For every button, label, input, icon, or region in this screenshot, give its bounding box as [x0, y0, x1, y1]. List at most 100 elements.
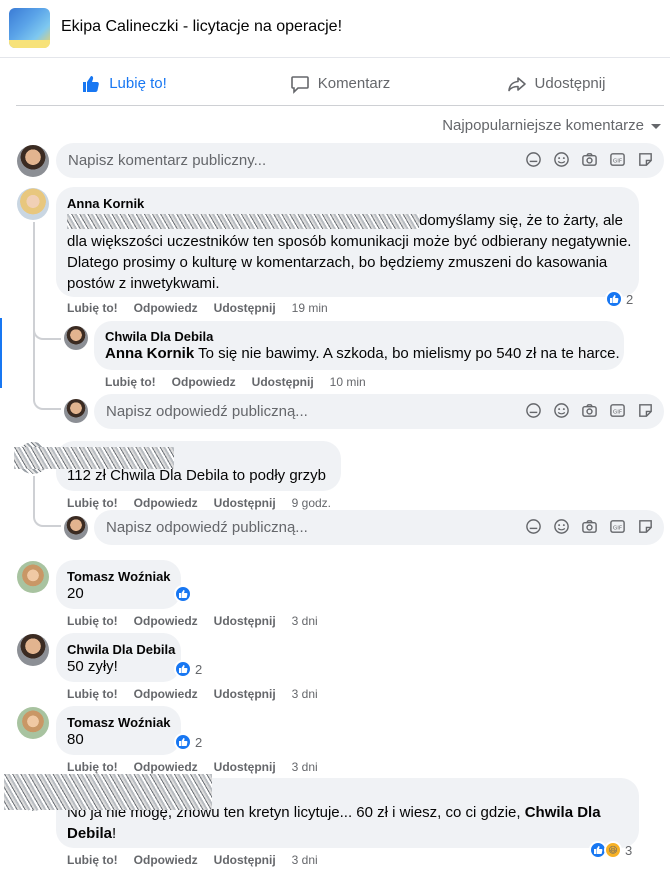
camera-icon[interactable]	[581, 151, 598, 168]
reply-link[interactable]: Odpowiedz	[134, 301, 198, 315]
like-link[interactable]: Lubię to!	[67, 853, 118, 867]
comment-timestamp[interactable]: 3 dni	[292, 853, 318, 867]
reply-link[interactable]: Odpowiedz	[134, 853, 198, 867]
current-user-avatar[interactable]	[64, 516, 88, 540]
comment-bubble: 112 zł Chwila Dla Debila to podły grzyb	[14, 441, 341, 491]
sticker-icon[interactable]	[637, 518, 654, 535]
current-user-avatar[interactable]	[64, 399, 88, 423]
reply-link[interactable]: Odpowiedz	[134, 760, 198, 774]
gif-icon[interactable]: GIF	[609, 518, 626, 535]
reply-link[interactable]: Odpowiedz	[134, 614, 198, 628]
svg-text:GIF: GIF	[613, 409, 622, 415]
svg-text:GIF: GIF	[613, 158, 622, 164]
group-thumbnail[interactable]	[9, 8, 50, 48]
mention-link[interactable]: Debila	[67, 825, 112, 842]
reply-link[interactable]: Odpowiedz	[134, 687, 198, 701]
like-link[interactable]: Lubię to!	[67, 687, 118, 701]
commenter-avatar[interactable]	[17, 188, 49, 220]
comment-bubble: Tomasz Woźniak 80	[56, 706, 181, 755]
comment-timestamp[interactable]: 9 godz.	[292, 496, 331, 510]
comment-input[interactable]: Napisz komentarz publiczny... GIF	[56, 143, 664, 178]
reply-link[interactable]: Odpowiedz	[134, 496, 198, 510]
reply-input[interactable]: Napisz odpowiedź publiczną... GIF	[94, 394, 664, 429]
group-title[interactable]: Ekipa Calineczki - licytacje na operacje…	[61, 18, 342, 36]
thumbnail-strip	[9, 40, 50, 48]
camera-icon[interactable]	[581, 402, 598, 419]
caret-down-icon	[651, 123, 661, 129]
avatar-sticker-icon[interactable]	[525, 402, 542, 419]
commenter-avatar[interactable]	[17, 561, 49, 593]
like-link[interactable]: Lubię to!	[67, 760, 118, 774]
comment-button[interactable]: Komentarz	[232, 62, 448, 105]
reaction-count: 2	[626, 291, 634, 307]
share-link[interactable]: Udostępnij	[214, 614, 276, 628]
composer-icons: GIF	[525, 518, 654, 535]
like-reaction-icon	[174, 585, 192, 603]
share-label: Udostępnij	[534, 75, 606, 92]
comment-timestamp[interactable]: 3 dni	[292, 614, 318, 628]
comment-author[interactable]: Anna Kornik	[67, 196, 144, 211]
reaction-summary[interactable]	[174, 585, 192, 603]
selection-indicator	[0, 318, 2, 388]
post-action-bar: Lubię to! Komentarz Udostępnij	[16, 62, 664, 106]
avatar-sticker-icon[interactable]	[525, 518, 542, 535]
comment-label: Komentarz	[317, 75, 391, 92]
reaction-summary[interactable]: 2	[174, 660, 202, 678]
comment-meta: Lubię to! Odpowiedz Udostępnij 19 min	[67, 301, 328, 315]
reaction-summary[interactable]: 😆 3	[589, 841, 632, 859]
comment-timestamp[interactable]: 3 dni	[292, 687, 318, 701]
like-link[interactable]: Lubię to!	[105, 375, 156, 389]
mention-link[interactable]: Chwila Dla	[525, 804, 601, 821]
camera-icon[interactable]	[581, 518, 598, 535]
share-link[interactable]: Udostępnij	[214, 687, 276, 701]
like-button[interactable]: Lubię to!	[16, 62, 232, 105]
emoji-icon[interactable]	[553, 518, 570, 535]
comment-sort-dropdown[interactable]: Najpopularniejsze komentarze	[442, 117, 662, 134]
reaction-summary[interactable]: 2	[605, 290, 633, 308]
comment-text: domyślamy się, że to żarty, ale dla więk…	[67, 210, 637, 294]
comment-timestamp[interactable]: 19 min	[292, 301, 328, 315]
reply-input[interactable]: Napisz odpowiedź publiczną... GIF	[94, 510, 664, 545]
emoji-icon[interactable]	[553, 402, 570, 419]
comment-timestamp[interactable]: 3 dni	[292, 760, 318, 774]
reply-link[interactable]: Odpowiedz	[172, 375, 236, 389]
gif-icon[interactable]: GIF	[609, 151, 626, 168]
like-link[interactable]: Lubię to!	[67, 496, 118, 510]
thread-connector	[33, 318, 61, 340]
commenter-avatar[interactable]	[17, 634, 49, 666]
comment-meta: Lubię to! Odpowiedz Udostępnij 3 dni	[67, 853, 318, 867]
comment-icon	[290, 75, 309, 94]
sticker-icon[interactable]	[637, 151, 654, 168]
like-link[interactable]: Lubię to!	[67, 301, 118, 315]
comment-text-body: To się nie bawimy. A szkoda, bo mielismy…	[194, 345, 620, 362]
comment-author[interactable]: Tomasz Woźniak	[67, 569, 171, 584]
like-link[interactable]: Lubię to!	[67, 614, 118, 628]
share-button[interactable]: Udostępnij	[448, 62, 664, 105]
share-icon	[507, 76, 526, 91]
reaction-count: 3	[625, 842, 633, 858]
share-link[interactable]: Udostępnij	[214, 760, 276, 774]
comment-author[interactable]: Chwila Dla Debila	[105, 329, 213, 344]
comment-author[interactable]: Tomasz Woźniak	[67, 715, 171, 730]
thread-line	[33, 222, 35, 400]
comment-author[interactable]: Chwila Dla Debila	[67, 642, 175, 657]
comment-bubble: Anna Kornik domyślamy się, że to żarty, …	[56, 187, 639, 297]
reaction-summary[interactable]: 2	[174, 733, 202, 751]
mention-link[interactable]: Anna Kornik	[105, 345, 194, 362]
share-link[interactable]: Udostępnij	[214, 301, 276, 315]
share-link[interactable]: Udostępnij	[214, 496, 276, 510]
group-header: Ekipa Calineczki - licytacje na operacje…	[0, 0, 670, 58]
reply-placeholder: Napisz odpowiedź publiczną...	[106, 519, 308, 536]
comment-meta: Lubię to! Odpowiedz Udostępnij 10 min	[105, 375, 366, 389]
commenter-avatar[interactable]	[64, 326, 88, 350]
comment-timestamp[interactable]: 10 min	[330, 375, 366, 389]
current-user-avatar[interactable]	[17, 145, 49, 177]
sticker-icon[interactable]	[637, 402, 654, 419]
comment-text-line: dla większości uczestników ten sposób ko…	[67, 233, 632, 250]
avatar-sticker-icon[interactable]	[525, 151, 542, 168]
share-link[interactable]: Udostępnij	[214, 853, 276, 867]
emoji-icon[interactable]	[553, 151, 570, 168]
commenter-avatar[interactable]	[17, 707, 49, 739]
gif-icon[interactable]: GIF	[609, 402, 626, 419]
share-link[interactable]: Udostępnij	[252, 375, 314, 389]
